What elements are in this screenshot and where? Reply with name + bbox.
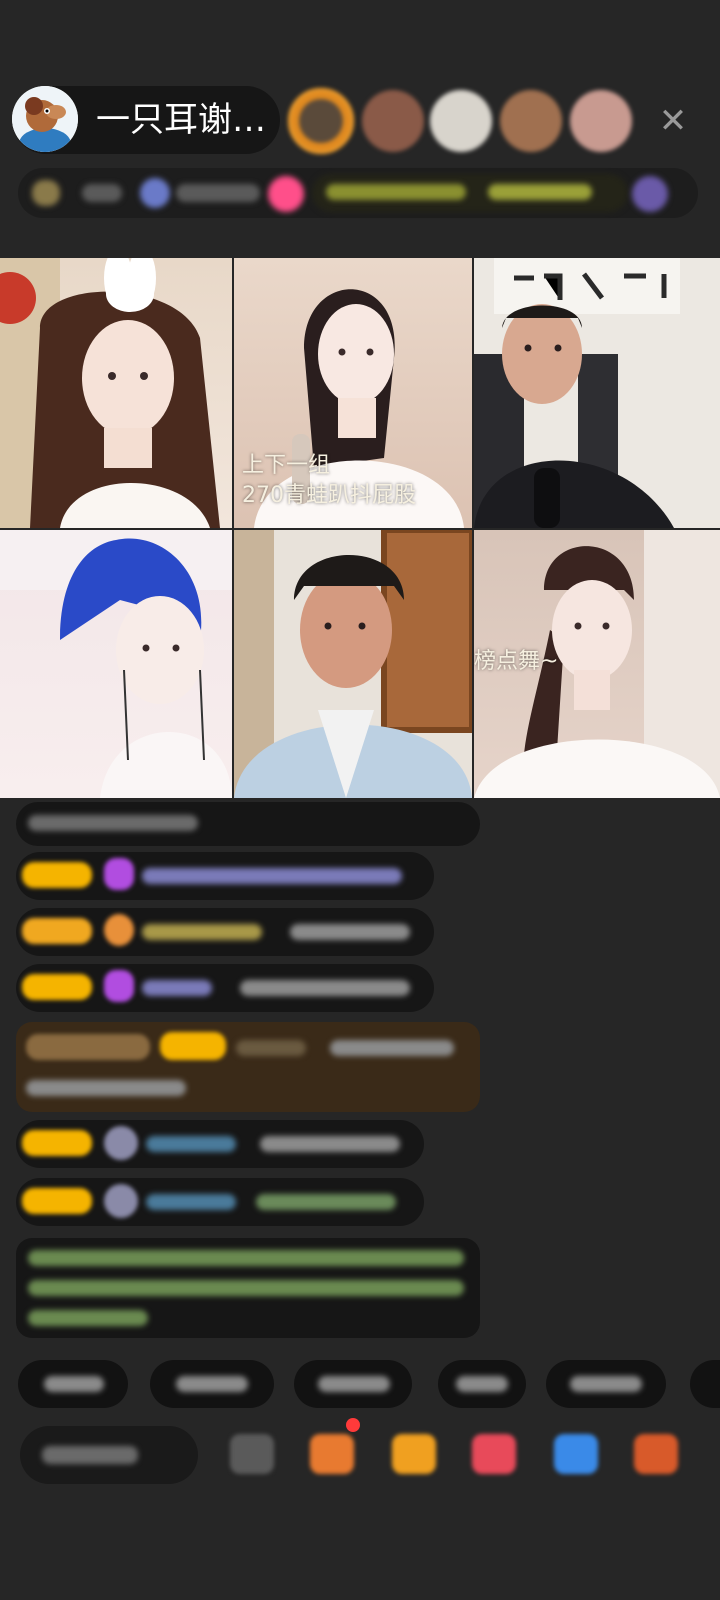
user-avatar (104, 1126, 138, 1160)
treasure-box-icon[interactable] (310, 1434, 354, 1474)
level-badge (22, 974, 92, 1000)
heart-icon[interactable] (472, 1434, 516, 1474)
video-tile-6[interactable]: 榜点舞~ (474, 530, 720, 798)
chat-message-text (290, 924, 410, 940)
diamond-icon (104, 970, 134, 1002)
notification-dot (346, 1418, 360, 1432)
close-icon[interactable]: ✕ (656, 104, 690, 138)
chat-message-text (28, 815, 198, 831)
diamond-icon (104, 858, 134, 890)
chat-message-text (260, 1136, 400, 1152)
announcement-text (28, 1250, 464, 1266)
video-tile-5[interactable] (234, 530, 472, 798)
viewer-avatar-4[interactable] (500, 90, 562, 152)
user-avatar (104, 1184, 138, 1218)
viewer-avatar-1[interactable] (288, 88, 354, 154)
chip-label (570, 1376, 642, 1392)
chat-user-name (146, 1136, 236, 1152)
viewer-avatar-3[interactable] (430, 90, 492, 152)
chip-label (44, 1376, 104, 1392)
video-tile-3[interactable] (474, 258, 720, 528)
rank-text (488, 184, 592, 200)
fan-badge-icon (104, 914, 134, 946)
video-tile-1[interactable] (0, 258, 232, 528)
chat-input-placeholder (42, 1446, 138, 1464)
vip-badge (26, 1034, 150, 1060)
chat-message-text (26, 1080, 186, 1096)
gift-icon[interactable] (268, 176, 304, 212)
room-info-item[interactable] (140, 178, 170, 208)
chat-user-name (236, 1040, 306, 1056)
more-apps-icon[interactable] (634, 1434, 678, 1474)
level-badge (22, 862, 92, 888)
announcement-text (28, 1310, 148, 1326)
room-info-item (176, 184, 260, 202)
chip-label (318, 1376, 390, 1392)
viewer-avatar-5[interactable] (570, 90, 632, 152)
chat-message-text (240, 980, 410, 996)
host-name: 一只耳谢… (96, 100, 266, 140)
emoji-icon[interactable] (230, 1434, 274, 1474)
tile-caption-line-2: 270青蛙趴抖屁股 (242, 483, 416, 508)
video-tile-2[interactable]: 上下一组 270青蛙趴抖屁股 (234, 258, 472, 528)
chat-user-name (142, 868, 402, 884)
level-badge (22, 918, 92, 944)
room-info-item[interactable] (32, 180, 60, 206)
chat-user-name (142, 924, 262, 940)
gift-box-icon[interactable] (392, 1434, 436, 1474)
rank-text (326, 184, 466, 200)
level-badge (160, 1032, 226, 1060)
quick-reply-chip[interactable] (690, 1360, 720, 1408)
host-avatar[interactable] (12, 86, 78, 152)
chip-label (456, 1376, 508, 1392)
video-tile-4[interactable] (0, 530, 232, 798)
chat-message-text (330, 1040, 454, 1056)
room-info-item (82, 184, 122, 202)
level-badge (22, 1188, 92, 1214)
chip-label (176, 1376, 248, 1392)
rank-avatar[interactable] (632, 176, 668, 212)
level-badge (22, 1130, 92, 1156)
tile-caption: 榜点舞~ (474, 649, 559, 674)
viewer-avatar-2[interactable] (362, 90, 424, 152)
tile-caption-line-1: 上下一组 (242, 453, 331, 478)
chat-user-name (142, 980, 212, 996)
game-controller-icon[interactable] (554, 1434, 598, 1474)
chat-message-text (256, 1194, 396, 1210)
announcement-text (28, 1280, 464, 1296)
chat-user-name (146, 1194, 236, 1210)
